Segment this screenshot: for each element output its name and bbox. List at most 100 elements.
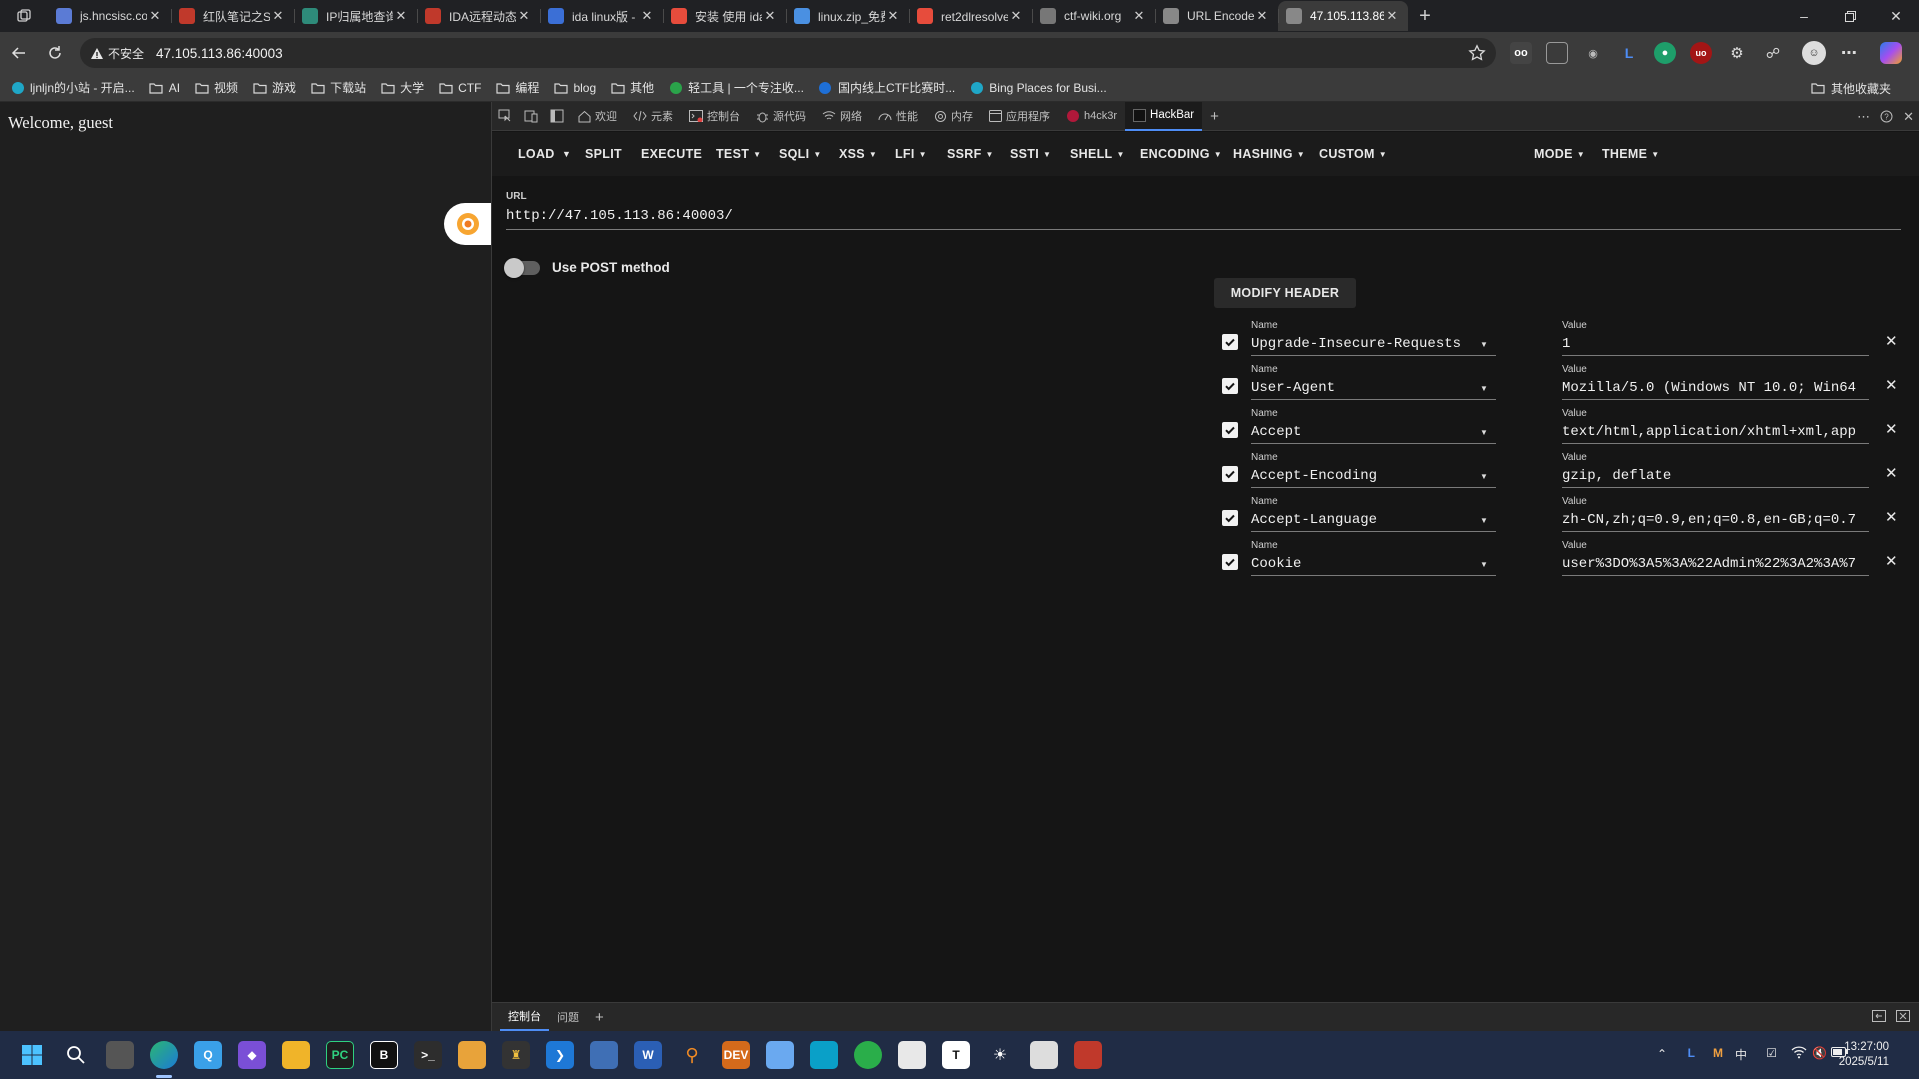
floating-assistant-button[interactable] bbox=[444, 203, 492, 245]
help-icon[interactable]: ? bbox=[1880, 110, 1893, 123]
address-bar[interactable]: 不安全 47.105.113.86:40003 bbox=[80, 38, 1496, 68]
shell-menu[interactable]: SHELL ▼ bbox=[1070, 132, 1125, 176]
drawer-tab-issues[interactable]: 问题 bbox=[549, 1003, 587, 1031]
workspaces-icon[interactable] bbox=[0, 0, 48, 32]
chevron-up-icon[interactable]: ⌃ bbox=[1657, 1047, 1667, 1061]
vscode-icon[interactable]: ❯ bbox=[546, 1041, 574, 1069]
browser-tab[interactable]: 安装 使用 ida pro✕ bbox=[663, 1, 786, 31]
address-url[interactable]: 47.105.113.86:40003 bbox=[156, 46, 283, 61]
dropdown-caret-icon[interactable]: ▼ bbox=[1480, 384, 1488, 393]
lfi-menu[interactable]: LFI ▼ bbox=[895, 132, 927, 176]
split-button[interactable]: SPLIT bbox=[585, 132, 622, 176]
search-icon[interactable] bbox=[62, 1041, 90, 1069]
bookmark-item[interactable]: blog bbox=[553, 80, 596, 95]
header-name-input[interactable]: User-Agent bbox=[1251, 378, 1496, 400]
header-enabled-checkbox[interactable] bbox=[1222, 422, 1238, 438]
back-button[interactable] bbox=[6, 40, 32, 66]
close-tab-icon[interactable]: ✕ bbox=[1131, 8, 1147, 24]
app-icon-crystal[interactable]: ◆ bbox=[238, 1041, 266, 1069]
dock-icon[interactable] bbox=[1872, 1010, 1886, 1022]
drawer-tab-console[interactable]: 控制台 bbox=[500, 1003, 549, 1031]
devtools-tab[interactable]: 性能 bbox=[870, 102, 926, 131]
devtools-tab[interactable]: 网络 bbox=[814, 102, 870, 131]
browser-tab[interactable]: 47.105.113.86:40003✕ bbox=[1278, 1, 1408, 31]
close-window-button[interactable]: ✕ bbox=[1873, 0, 1919, 32]
header-value-input[interactable]: gzip, deflate bbox=[1562, 466, 1869, 488]
security-indicator[interactable]: 不安全 bbox=[90, 45, 144, 62]
tray-m-icon[interactable]: M bbox=[1713, 1046, 1723, 1060]
delete-header-icon[interactable]: ✕ bbox=[1885, 552, 1898, 570]
bookmark-item[interactable]: AI bbox=[149, 80, 180, 95]
app-icon-red[interactable] bbox=[1074, 1041, 1102, 1069]
header-value-input[interactable]: user%3DO%3A5%3A%22Admin%22%3A2%3A%7 bbox=[1562, 554, 1869, 576]
bookmark-item[interactable]: CTF bbox=[438, 80, 481, 95]
file-explorer-icon[interactable] bbox=[282, 1041, 310, 1069]
close-tab-icon[interactable]: ✕ bbox=[762, 8, 778, 24]
browser-tab[interactable]: URL Encode - Cy✕ bbox=[1155, 1, 1278, 31]
browser-tab[interactable]: js.hncsisc.com/#✕ bbox=[48, 1, 171, 31]
header-value-input[interactable]: Mozilla/5.0 (Windows NT 10.0; Win64 bbox=[1562, 378, 1869, 400]
dropdown-caret-icon[interactable]: ▼ bbox=[1480, 560, 1488, 569]
close-tab-icon[interactable]: ✕ bbox=[1384, 8, 1400, 24]
share-icon[interactable]: ☍ bbox=[1762, 42, 1784, 64]
other-bookmarks[interactable]: 其他收藏夹 bbox=[1811, 74, 1891, 102]
toggle-track[interactable] bbox=[504, 257, 540, 278]
sidebar-toggle-icon[interactable] bbox=[544, 102, 570, 131]
extension-reader-icon[interactable]: oo bbox=[1510, 42, 1532, 64]
app-icon-ida[interactable]: ♜ bbox=[502, 1041, 530, 1069]
delete-header-icon[interactable]: ✕ bbox=[1885, 464, 1898, 482]
bookmark-item[interactable]: ljnljn的小站 - 开启... bbox=[10, 79, 135, 96]
header-enabled-checkbox[interactable] bbox=[1222, 334, 1238, 350]
ime-indicator[interactable]: 中 bbox=[1735, 1046, 1747, 1063]
modify-header-button[interactable]: MODIFY HEADER bbox=[1214, 278, 1356, 308]
word-icon[interactable]: W bbox=[634, 1041, 662, 1069]
copilot-icon[interactable] bbox=[1880, 42, 1902, 64]
custom-menu[interactable]: CUSTOM ▼ bbox=[1319, 132, 1387, 176]
app-icon-doc[interactable] bbox=[898, 1041, 926, 1069]
qq-icon[interactable]: ☀ bbox=[986, 1041, 1014, 1069]
bookmark-item[interactable]: 大学 bbox=[380, 79, 424, 96]
app-icon-search[interactable]: ⚲ bbox=[678, 1041, 706, 1069]
browser-tab[interactable]: ret2dlresolve超详✕ bbox=[909, 1, 1032, 31]
header-value-input[interactable]: zh-CN,zh;q=0.9,en;q=0.8,en-GB;q=0.7 bbox=[1562, 510, 1869, 532]
delete-header-icon[interactable]: ✕ bbox=[1885, 332, 1898, 350]
extension-mask-icon[interactable]: ◉ bbox=[1582, 42, 1604, 64]
browser-tab[interactable]: IP归属地查询 - 在✕ bbox=[294, 1, 417, 31]
close-tab-icon[interactable]: ✕ bbox=[270, 8, 286, 24]
load-button[interactable]: LOAD bbox=[518, 132, 555, 176]
app-icon-shield[interactable] bbox=[810, 1041, 838, 1069]
restore-button[interactable] bbox=[1827, 0, 1873, 32]
tray-l-icon[interactable]: L bbox=[1688, 1046, 1695, 1060]
bookmark-item[interactable]: 其他 bbox=[610, 79, 654, 96]
burpsuite-icon[interactable]: B bbox=[370, 1041, 398, 1069]
wifi-icon[interactable] bbox=[1791, 1045, 1807, 1059]
devtools-tab[interactable]: 元素 bbox=[625, 102, 681, 131]
devtools-tab[interactable]: 应用程序 bbox=[981, 102, 1058, 131]
header-name-input[interactable]: Accept-Encoding bbox=[1251, 466, 1496, 488]
task-view-icon[interactable] bbox=[106, 1041, 134, 1069]
notepad-icon[interactable] bbox=[1030, 1041, 1058, 1069]
header-enabled-checkbox[interactable] bbox=[1222, 378, 1238, 394]
remote-desktop-icon[interactable] bbox=[590, 1041, 618, 1069]
extension-green-icon[interactable]: ● bbox=[1654, 42, 1676, 64]
ublock-icon[interactable]: uo bbox=[1690, 42, 1712, 64]
add-panel-button[interactable]: + bbox=[1202, 102, 1227, 131]
profile-avatar[interactable]: ☺ bbox=[1802, 41, 1826, 65]
url-input[interactable]: http://47.105.113.86:40003/ bbox=[506, 206, 1901, 230]
app-icon-baidu-netdisk[interactable] bbox=[766, 1041, 794, 1069]
header-name-input[interactable]: Accept bbox=[1251, 422, 1496, 444]
terminal-icon[interactable]: >_ bbox=[414, 1041, 442, 1069]
new-tab-button[interactable]: + bbox=[1408, 1, 1442, 31]
star-icon[interactable] bbox=[1468, 44, 1486, 62]
close-drawer-icon[interactable] bbox=[1896, 1010, 1910, 1022]
ssti-menu[interactable]: SSTI ▼ bbox=[1010, 132, 1051, 176]
devtools-tab[interactable]: 源代码 bbox=[748, 102, 814, 131]
header-name-input[interactable]: Cookie bbox=[1251, 554, 1496, 576]
bookmark-item[interactable]: 轻工具 | 一个专注收... bbox=[668, 79, 804, 96]
load-dropdown-icon[interactable]: ▼ bbox=[562, 132, 571, 176]
extension-l-icon[interactable]: L bbox=[1618, 42, 1640, 64]
dropdown-caret-icon[interactable]: ▼ bbox=[1480, 516, 1488, 525]
browser-tab[interactable]: IDA远程动态调试✕ bbox=[417, 1, 540, 31]
bookmark-item[interactable]: 下载站 bbox=[310, 79, 366, 96]
mode-menu[interactable]: MODE ▼ bbox=[1534, 132, 1585, 176]
